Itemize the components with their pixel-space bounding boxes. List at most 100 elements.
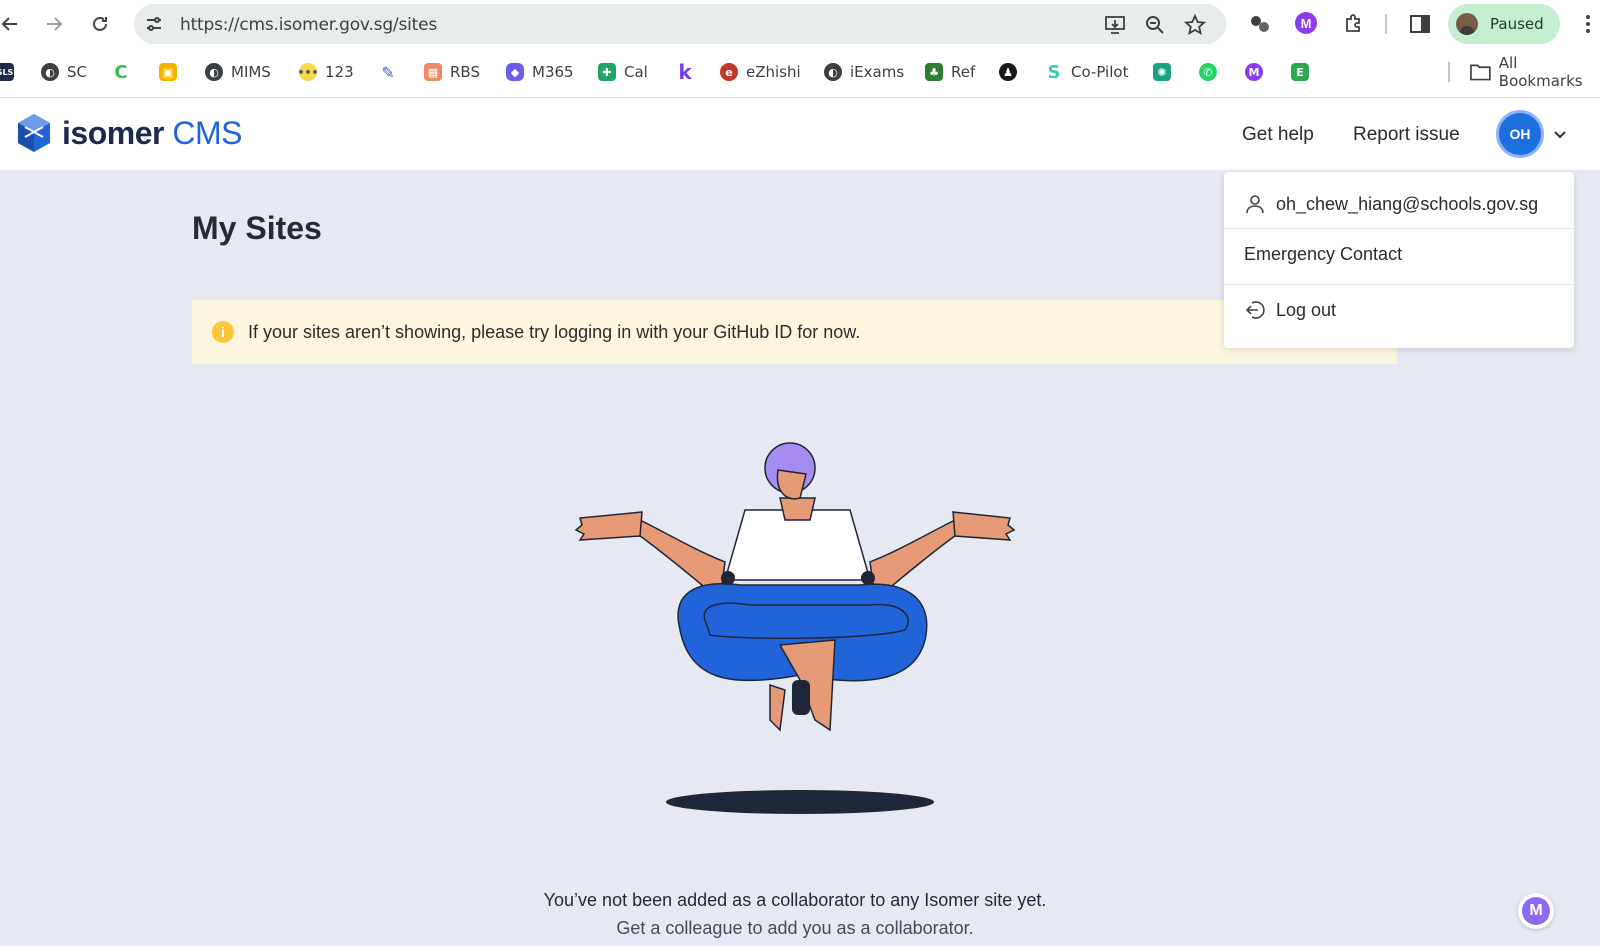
bookmark-k[interactable]: k — [676, 60, 702, 84]
left-hand — [574, 511, 643, 541]
back-arrow-icon — [1, 17, 17, 31]
get-help-link[interactable]: Get help — [1242, 124, 1314, 146]
bookmark-sc[interactable]: ◐ SC — [41, 60, 87, 84]
menu-divider — [1224, 284, 1574, 285]
k-icon: k — [676, 60, 694, 84]
more-menu-icon[interactable] — [1576, 12, 1600, 36]
url-text[interactable]: https://cms.isomer.gov.sg/sites — [180, 15, 437, 35]
bookmark-label: Ref — [951, 63, 976, 81]
user-icon — [1246, 195, 1264, 214]
m-extension-icon[interactable]: M — [1295, 12, 1317, 34]
bookmark-c[interactable]: C — [112, 60, 138, 84]
logo-main: isomer — [62, 114, 164, 151]
openai-icon: ✺ — [1153, 63, 1171, 81]
bookmark-label: iExams — [850, 63, 905, 81]
user-avatar-button[interactable]: OH — [1496, 110, 1544, 158]
calendar-icon: ▦ — [424, 63, 442, 81]
bookmark-iexams[interactable]: ◐ iExams — [824, 60, 904, 84]
extensions-puzzle-icon[interactable] — [1342, 12, 1366, 36]
empty-state-subtext: Get a colleague to add you as a collabor… — [616, 918, 974, 938]
all-bookmarks-button[interactable]: All Bookmarks — [1470, 54, 1600, 90]
neck — [779, 497, 816, 521]
zoom-icon[interactable] — [1144, 14, 1166, 36]
bookmark-star-icon[interactable] — [1184, 14, 1206, 36]
bookmark-sls[interactable]: SLS — [0, 60, 14, 84]
m-logo-icon: M — [1522, 897, 1550, 925]
bookmark-person[interactable]: ♟ — [999, 60, 1025, 84]
globe-icon: ◐ — [824, 63, 842, 81]
bookmark-classroom[interactable]: ▣ — [159, 60, 185, 84]
browser-toolbar: https://cms.isomer.gov.sg/sites M Paused — [0, 0, 1600, 48]
bookmark-ezhishi[interactable]: e eZhishi — [720, 60, 801, 84]
menu-divider — [1224, 228, 1574, 229]
c-icon: C — [112, 62, 130, 83]
reload-button[interactable] — [86, 10, 114, 38]
install-app-icon[interactable] — [1104, 14, 1126, 36]
app-header: isomer CMS Get help Report issue OH — [0, 98, 1600, 170]
bookmark-mims[interactable]: ◐ MIMS — [205, 60, 271, 84]
bookmark-openai[interactable]: ✺ — [1153, 60, 1179, 84]
bookmark-ref[interactable]: ♣ Ref — [925, 60, 975, 84]
bookmark-label: Co-Pilot — [1071, 63, 1129, 81]
all-bookmarks-label: All Bookmarks — [1498, 54, 1583, 90]
user-email-item[interactable]: oh_chew_hiang@schools.gov.sg — [1224, 186, 1574, 222]
bookmark-rbs[interactable]: ▦ RBS — [424, 60, 480, 84]
e-icon: E — [1291, 63, 1309, 81]
bookmark-copilot[interactable]: S Co-Pilot — [1045, 60, 1128, 84]
site-settings-icon[interactable] — [144, 14, 164, 34]
side-panel-icon[interactable] — [1408, 12, 1432, 36]
bookmark-m[interactable]: M — [1245, 60, 1271, 84]
chevron-down-icon[interactable] — [1552, 126, 1568, 142]
isomer-logo[interactable]: isomer CMS — [16, 112, 242, 154]
bookmark-label: MIMS — [231, 63, 271, 81]
meditating-person-illustration — [574, 442, 1016, 814]
bookmark-label: SC — [67, 63, 87, 81]
floating-assistant-button[interactable]: M — [1518, 893, 1554, 929]
ezhishi-icon: e — [720, 63, 738, 81]
bookmarks-divider — [1448, 62, 1450, 82]
bookmark-m365[interactable]: ◆ M365 — [506, 60, 574, 84]
profile-button[interactable]: Paused — [1448, 4, 1560, 44]
profile-avatar — [1456, 13, 1478, 35]
profile-status: Paused — [1490, 15, 1544, 33]
bookmark-cal[interactable]: ✚ Cal — [598, 60, 648, 84]
globe-icon: ◐ — [41, 63, 59, 81]
extension-cluster-icon[interactable] — [1248, 12, 1272, 36]
face — [776, 469, 807, 500]
globe-icon: ◐ — [205, 63, 223, 81]
emergency-contact-item[interactable]: Emergency Contact — [1224, 236, 1574, 272]
bookmark-label: eZhishi — [746, 63, 801, 81]
address-bar[interactable]: https://cms.isomer.gov.sg/sites — [134, 4, 1226, 44]
forward-button[interactable] — [40, 10, 68, 38]
dots-icon: ••• — [297, 63, 319, 81]
bookmark-e[interactable]: E — [1291, 60, 1317, 84]
folder-icon — [1470, 64, 1491, 81]
copilot-s-icon: S — [1045, 62, 1063, 83]
left-cuff — [721, 571, 735, 585]
classroom-icon: ▣ — [159, 63, 177, 81]
person-icon: ♟ — [999, 63, 1017, 81]
logout-icon — [1245, 301, 1265, 319]
bookmark-123[interactable]: ••• 123 — [297, 60, 354, 84]
logo-cms: CMS — [172, 114, 242, 151]
empty-state-message: You’ve not been added as a collaborator … — [543, 890, 1047, 910]
back-button[interactable] — [0, 10, 24, 38]
logout-label: Log out — [1276, 299, 1337, 320]
logo-text: isomer CMS — [62, 115, 242, 152]
sls-icon: SLS — [0, 63, 14, 81]
m-icon: M — [1245, 63, 1263, 81]
logout-item[interactable]: Log out — [1224, 292, 1574, 328]
sock — [792, 680, 810, 715]
info-banner: i If your sites aren’t showing, please t… — [192, 300, 1397, 364]
bookmarks-bar: SLS ◐ SC C ▣ ◐ MIMS ••• 123 ✎ ▦ RBS ◆ M365 ✚ C… — [0, 48, 1600, 98]
bookmark-label: M365 — [532, 63, 574, 81]
report-issue-link[interactable]: Report issue — [1353, 124, 1460, 146]
bookmark-pen[interactable]: ✎ — [379, 60, 405, 84]
bookmark-label: 123 — [325, 63, 354, 81]
whatsapp-icon: ✆ — [1199, 63, 1217, 81]
right-cuff — [861, 571, 875, 585]
info-icon: i — [212, 321, 234, 343]
user-dropdown-menu: oh_chew_hiang@schools.gov.sg Emergency C… — [1224, 172, 1574, 348]
user-email: oh_chew_hiang@schools.gov.sg — [1276, 193, 1539, 214]
bookmark-whatsapp[interactable]: ✆ — [1199, 60, 1225, 84]
